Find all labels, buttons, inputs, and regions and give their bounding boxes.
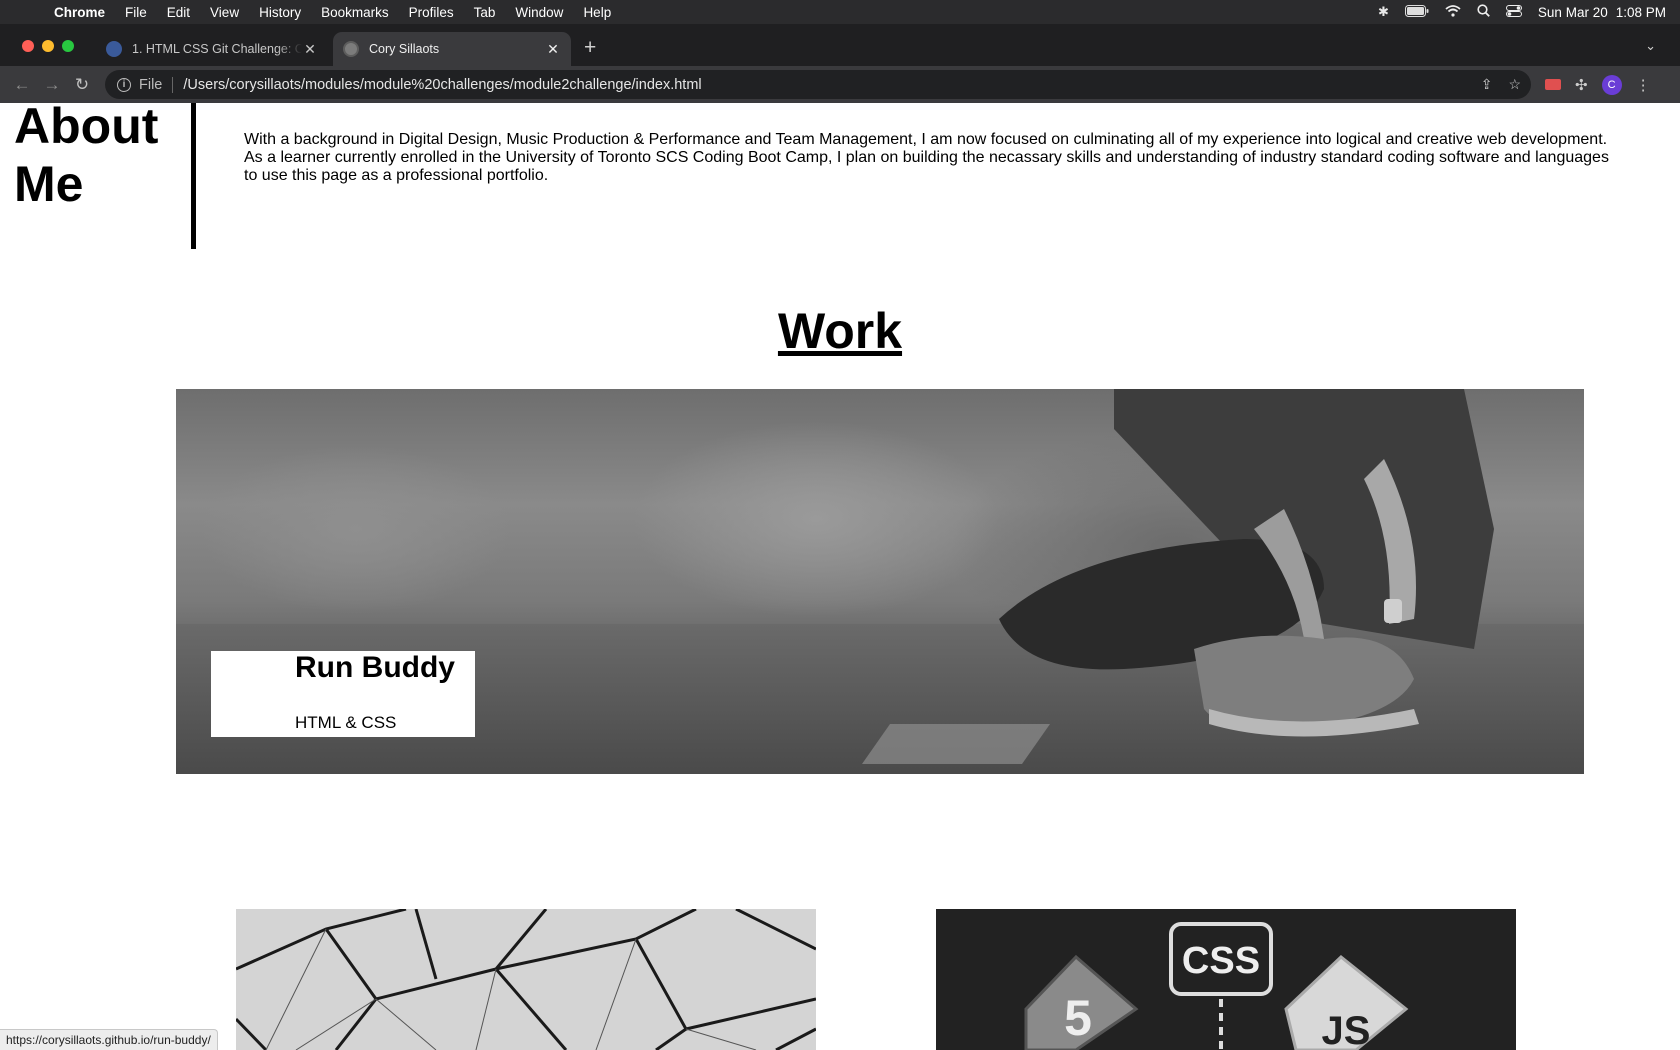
tab-close-icon[interactable]: ✕ [545,41,561,58]
tab-globe-icon [343,41,359,57]
close-window-button[interactable] [22,40,34,52]
url-divider [172,76,174,93]
about-me-text: With a background in Digital Design, Mus… [244,131,1609,184]
project-thumbnail-web-tech[interactable]: CSS 5 JS [936,909,1516,1050]
bluetooth-icon[interactable]: ✱ [1378,4,1389,20]
share-icon[interactable]: ⇪ [1481,76,1493,93]
control-center-icon[interactable] [1505,4,1522,20]
menu-window[interactable]: Window [505,5,573,20]
fullscreen-window-button[interactable] [62,40,74,52]
profile-avatar[interactable]: C [1601,74,1622,95]
url-text[interactable]: /Users/corysillaots/modules/module%20cha… [183,77,701,93]
tab-close-icon[interactable]: ✕ [302,41,318,58]
tab-search-chevron-icon[interactable]: ⌄ [1645,38,1656,54]
back-arrow-icon[interactable]: ← [7,75,37,95]
work-heading: Work [777,303,903,359]
page-viewport: About Me With a background in Digital De… [0,103,1680,1050]
clock-date: Sun Mar 20 [1537,4,1608,20]
about-divider [191,103,196,249]
runner-tying-shoe-image [999,389,1494,737]
html5-logo-glyph: 5 [1064,990,1092,1046]
url-scheme-label: File [139,76,163,93]
menu-view[interactable]: View [200,5,249,20]
menu-help[interactable]: Help [573,5,621,20]
address-bar[interactable]: i File /Users/corysillaots/modules/modul… [105,70,1531,99]
reload-icon[interactable]: ↻ [67,75,97,95]
link-hover-status-url: https://corysillaots.github.io/run-buddy… [0,1029,218,1050]
extensions-puzzle-icon[interactable]: ✣ [1575,76,1588,94]
site-info-icon[interactable]: i [117,77,131,92]
browser-toolbar: ← → ↻ i File /Users/corysillaots/modules… [0,66,1680,103]
run-buddy-project-link[interactable]: Run Buddy HTML & CSS [176,389,1584,774]
css-logo-text: CSS [1182,940,1260,982]
menu-bookmarks[interactable]: Bookmarks [311,5,399,20]
menu-profiles[interactable]: Profiles [399,5,464,20]
window-controls [22,40,74,52]
menu-clock[interactable]: Sun Mar 20 1:08 PM [1538,5,1666,20]
tab-cory-sillaots[interactable]: Cory Sillaots ✕ [333,32,571,66]
project-tech: HTML & CSS [295,713,397,732]
status-icons: ✱ Sun Mar 20 1:08 PM [1378,4,1680,20]
html-css-js-logos-image: CSS 5 JS [1024,922,1409,1050]
tab-challenge[interactable]: 1. HTML CSS Git Challenge: Co ✕ [96,32,328,66]
forward-arrow-icon[interactable]: → [37,75,67,95]
menu-edit[interactable]: Edit [157,5,200,20]
battery-icon[interactable] [1404,4,1429,20]
wifi-icon[interactable] [1445,4,1461,20]
run-buddy-card[interactable]: Run Buddy HTML & CSS [211,651,475,737]
clock-time: 1:08 PM [1615,4,1666,20]
menu-tab[interactable]: Tab [464,5,506,20]
project-thumbnail-geometric[interactable] [236,909,816,1050]
tab-title: 1. HTML CSS Git Challenge: Co [132,42,302,56]
tab-title: Cory Sillaots [369,42,440,56]
menu-file[interactable]: File [115,5,157,20]
screen-recorder-extension-icon[interactable] [1545,79,1561,90]
browser-tab-strip: 1. HTML CSS Git Challenge: Co ✕ Cory Sil… [0,24,1680,66]
omnibox-actions: ⇪ ☆ [1481,76,1521,93]
js-logo-text: JS [1322,1009,1371,1050]
extension-area: ✣ C ⋮ [1545,74,1651,95]
about-me-heading: About Me [14,103,159,212]
menu-history[interactable]: History [249,5,311,20]
chrome-menu-icon[interactable]: ⋮ [1636,76,1651,94]
project-title: Run Buddy [295,651,455,684]
tab-favicon-icon [106,41,122,57]
minimize-window-button[interactable] [42,40,54,52]
new-tab-icon[interactable]: + [584,36,596,60]
spotlight-search-icon[interactable] [1477,4,1490,20]
macos-menu-bar: Chrome File Edit View History Bookmarks … [0,0,1680,24]
geometric-structure-image [236,909,816,1050]
bookmark-star-icon[interactable]: ☆ [1508,76,1521,93]
menu-app-name[interactable]: Chrome [54,5,115,20]
